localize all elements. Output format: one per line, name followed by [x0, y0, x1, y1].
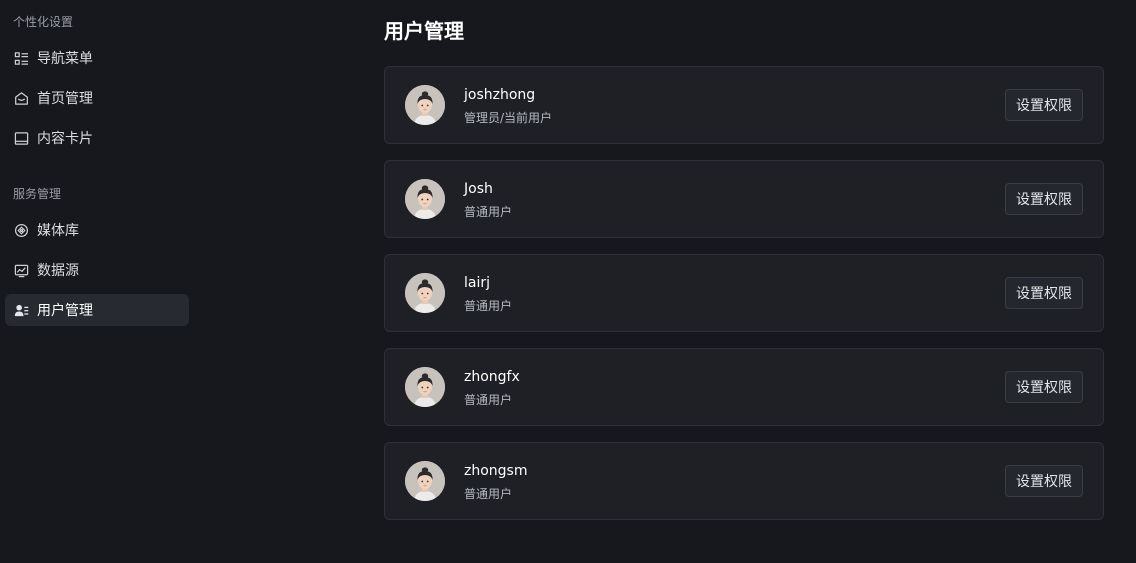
media-library-icon [13, 222, 29, 238]
sidebar-item-label: 数据源 [37, 263, 79, 279]
avatar [405, 179, 445, 219]
user-card: zhongfx 普通用户 设置权限 [384, 348, 1104, 426]
set-permission-button[interactable]: 设置权限 [1005, 277, 1083, 309]
user-role: 普通用户 [464, 205, 513, 219]
page-title: 用户管理 [384, 19, 464, 43]
user-name: lairj [464, 275, 491, 291]
user-name: zhongfx [464, 369, 520, 385]
user-manage-icon [13, 302, 29, 318]
sidebar-item-media-library[interactable]: 媒体库 [5, 214, 189, 246]
sidebar-item-label: 首页管理 [37, 91, 93, 107]
user-card: lairj 普通用户 设置权限 [384, 254, 1104, 332]
sidebar: 个性化设置 导航菜单 首页管理 内容卡片 服务管理 媒体库 数据源 用户管理 [0, 0, 196, 563]
sidebar-item-data-source[interactable]: 数据源 [5, 254, 189, 286]
user-role: 普通用户 [464, 487, 513, 501]
sidebar-item-label: 用户管理 [37, 303, 93, 319]
sidebar-item-label: 内容卡片 [37, 131, 93, 147]
set-permission-button[interactable]: 设置权限 [1005, 183, 1083, 215]
section-title-service: 服务管理 [13, 187, 62, 201]
user-role: 普通用户 [464, 299, 513, 313]
set-permission-button[interactable]: 设置权限 [1005, 371, 1083, 403]
section-title-personalization: 个性化设置 [13, 15, 74, 29]
data-source-icon [13, 262, 29, 278]
avatar [405, 367, 445, 407]
user-name: joshzhong [464, 87, 536, 103]
sidebar-item-content-cards[interactable]: 内容卡片 [5, 122, 189, 154]
avatar [405, 461, 445, 501]
user-name: zhongsm [464, 463, 528, 479]
user-card: joshzhong 管理员/当前用户 设置权限 [384, 66, 1104, 144]
sidebar-item-label: 导航菜单 [37, 51, 93, 67]
set-permission-button[interactable]: 设置权限 [1005, 89, 1083, 121]
avatar [405, 273, 445, 313]
avatar [405, 85, 445, 125]
user-role: 普通用户 [464, 393, 513, 407]
user-name: Josh [464, 181, 493, 197]
menu-list-icon [13, 50, 29, 66]
user-role: 管理员/当前用户 [464, 111, 553, 125]
sidebar-item-label: 媒体库 [37, 223, 79, 239]
user-card: zhongsm 普通用户 设置权限 [384, 442, 1104, 520]
set-permission-button[interactable]: 设置权限 [1005, 465, 1083, 497]
sidebar-item-user-management[interactable]: 用户管理 [5, 294, 189, 326]
sidebar-item-nav-menu[interactable]: 导航菜单 [5, 42, 189, 74]
user-card: Josh 普通用户 设置权限 [384, 160, 1104, 238]
card-icon [13, 130, 29, 146]
sidebar-item-home[interactable]: 首页管理 [5, 82, 189, 114]
home-icon [13, 90, 29, 106]
